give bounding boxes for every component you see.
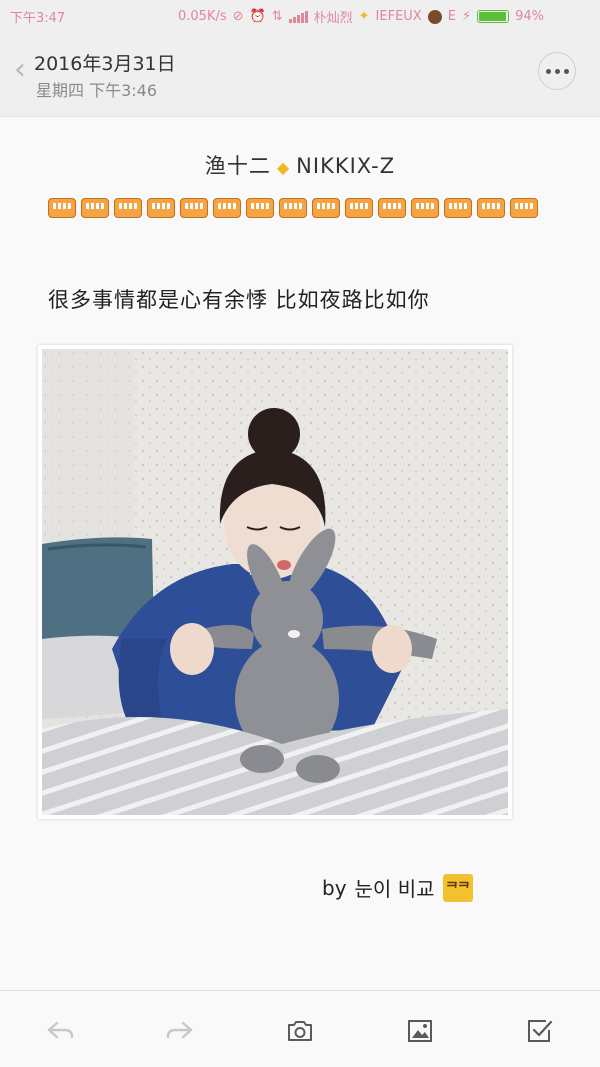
undo-button[interactable]: [40, 1011, 80, 1051]
note-title: 渔十二 ◆ NIKKIX-Z: [0, 150, 600, 180]
photo-image: [42, 349, 508, 815]
checklist-button[interactable]: [520, 1011, 560, 1051]
tv-emoji-icon: [411, 198, 439, 218]
image-button[interactable]: [400, 1011, 440, 1051]
checkbox-icon: [528, 1020, 553, 1042]
tv-emoji-icon: [180, 198, 208, 218]
status-time: 下午3:47: [10, 11, 66, 26]
diamond-icon: ◆: [276, 158, 291, 177]
note-quote: 很多事情都是心有余悸 比如夜路比如你: [48, 288, 430, 312]
note-date: 2016年3月31日: [34, 53, 176, 75]
note-weekday-time: 星期四 下午3:46: [36, 81, 158, 100]
charging-icon: ⚡: [461, 9, 472, 24]
title-left: 渔十二: [204, 154, 271, 178]
tv-emoji-icon: [312, 198, 340, 218]
tv-emoji-icon: [48, 198, 76, 218]
tv-emoji-icon: [378, 198, 406, 218]
tv-emoji-icon: [147, 198, 175, 218]
signature-name: 눈이 비교: [354, 877, 435, 901]
camera-button[interactable]: [280, 1011, 320, 1051]
tv-emoji-icon: [213, 198, 241, 218]
girl-with-bunny-illustration: [42, 349, 508, 815]
battery-icon: [477, 10, 510, 23]
carrier-name-2: IEFEUX: [375, 9, 422, 24]
tv-emoji-icon: [444, 198, 472, 218]
signature-prefix: by: [322, 875, 347, 900]
signal-icon: [288, 10, 308, 23]
image-icon: [408, 1020, 432, 1042]
photo[interactable]: [38, 345, 512, 819]
kk-badge-icon: ᄏᄏ: [442, 873, 473, 902]
mute-icon: ⊘: [232, 9, 244, 24]
emoji-row: [48, 198, 538, 218]
redo-icon: [166, 1021, 193, 1039]
bottom-toolbar: [0, 990, 600, 1067]
status-bar: 下午3:47 0.05K/s ⊘ ⏰ ⇅ 朴灿烈 ✦ IEFEUX E ⚡ 94…: [0, 0, 600, 30]
more-button[interactable]: [538, 52, 576, 90]
bear-icon: [427, 9, 442, 24]
tv-emoji-icon: [81, 198, 109, 218]
tv-emoji-icon: [477, 198, 505, 218]
carrier-name: 朴灿烈: [313, 11, 353, 26]
battery-percent: 94%: [515, 9, 544, 24]
signature: by 눈이 비교 ᄏᄏ: [322, 873, 473, 902]
tv-emoji-icon: [345, 198, 373, 218]
note-header: ‹ 2016年3月31日 星期四 下午3:46: [0, 30, 600, 117]
status-icons: 0.05K/s ⊘ ⏰ ⇅ 朴灿烈 ✦ IEFEUX E ⚡ 94%: [178, 7, 544, 26]
redo-button[interactable]: [160, 1011, 200, 1051]
tv-emoji-icon: [246, 198, 274, 218]
alarm-icon: ⏰: [249, 9, 266, 24]
tv-emoji-icon: [114, 198, 142, 218]
camera-icon: [288, 1021, 312, 1041]
tv-emoji-icon: [279, 198, 307, 218]
sparkle-icon: ✦: [358, 9, 370, 24]
back-button[interactable]: ‹: [8, 48, 32, 92]
data-transfer-icon: ⇅: [271, 9, 283, 24]
network-speed: 0.05K/s: [178, 9, 227, 24]
title-right: NIKKIX-Z: [296, 154, 396, 178]
chevron-left-icon: ‹: [14, 52, 26, 87]
undo-icon: [47, 1021, 74, 1039]
tv-emoji-icon: [510, 198, 538, 218]
network-type: E: [447, 9, 456, 24]
more-dots-icon: [545, 68, 551, 74]
